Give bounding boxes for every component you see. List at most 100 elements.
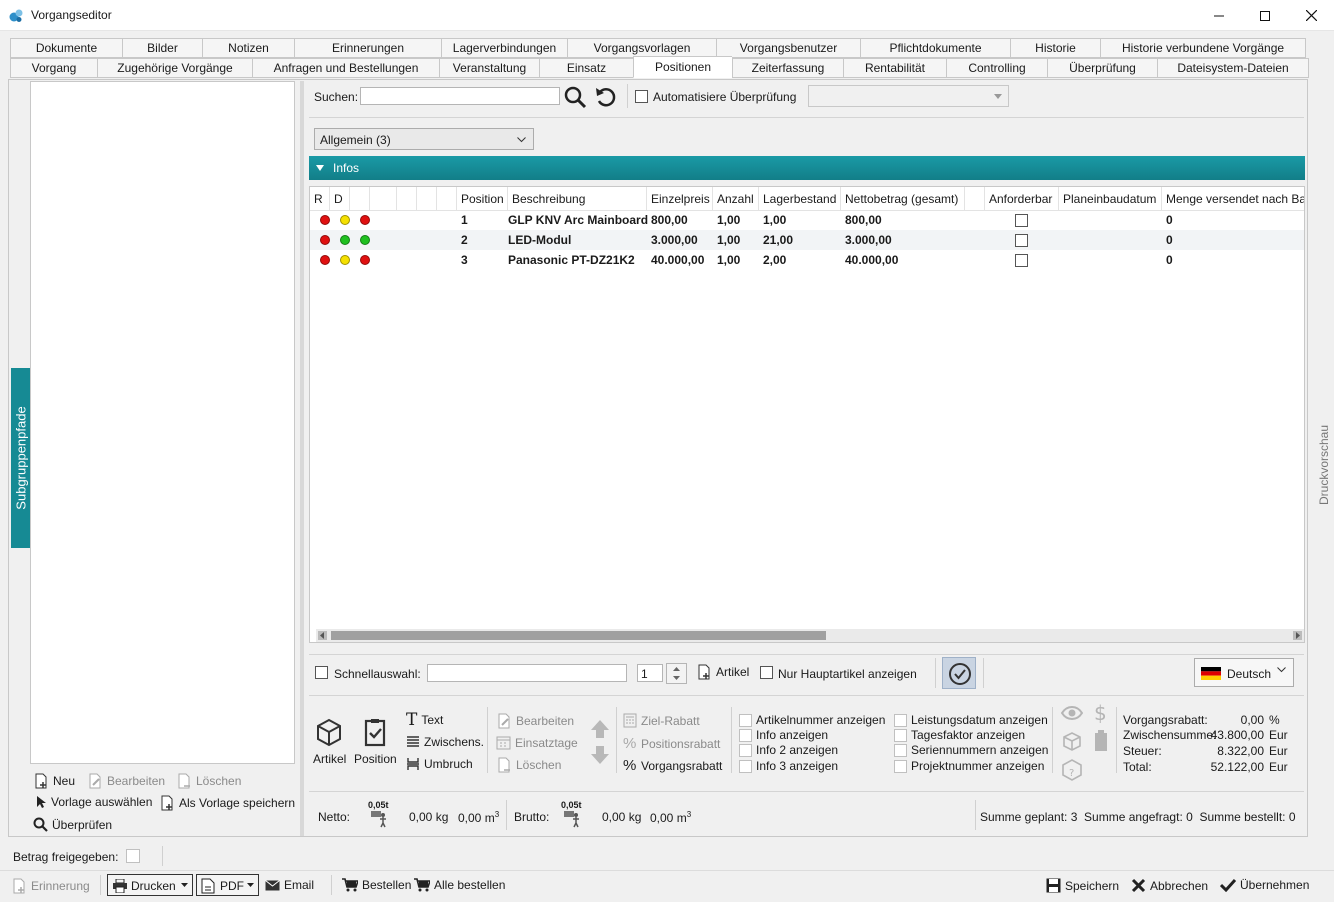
subgroup-list[interactable] [30, 81, 295, 764]
subgroup-paths-toggle[interactable]: Subgruppenpfade [11, 368, 30, 548]
add-article-button[interactable]: Artikel [696, 664, 749, 680]
col-header-einzelpreis[interactable]: Einzelpreis [647, 187, 713, 211]
opt-projektnummer[interactable]: Projektnummer anzeigen [894, 759, 1044, 773]
eye-icon[interactable] [1061, 704, 1083, 722]
position-tool-button[interactable]: Position [354, 717, 397, 766]
pdf-button[interactable]: PDF [196, 874, 259, 896]
artikel-tool-button[interactable]: Artikel [313, 717, 346, 766]
erinnerung-button[interactable]: Erinnerung [11, 878, 90, 894]
anforderbar-checkbox[interactable] [1015, 214, 1028, 227]
tab-bilder[interactable]: Bilder [122, 38, 202, 58]
maximize-button[interactable] [1242, 0, 1288, 31]
main-only-checkbox[interactable] [760, 666, 773, 679]
new-button[interactable]: Neu [33, 773, 75, 789]
tab-lagerverbindungen[interactable]: Lagerverbindungen [441, 38, 567, 58]
table-row[interactable]: 1 GLP KNV Arc Mainboard 800,00 1,00 1,00… [310, 210, 1304, 230]
choose-template-button[interactable]: Vorlage auswählen [35, 795, 152, 809]
tab-positionen[interactable]: Positionen [633, 56, 732, 78]
grid-horizontal-scrollbar[interactable] [316, 629, 1304, 642]
table-row[interactable]: 3 Panasonic PT-DZ21K2 40.000,00 1,00 2,0… [310, 250, 1304, 270]
search-input[interactable] [360, 87, 560, 105]
positions-grid[interactable]: R D Position Beschreibung Einzelpreis An… [309, 186, 1305, 643]
chevron-down-icon[interactable] [673, 676, 680, 680]
quantity-input[interactable]: 1 [637, 664, 663, 682]
opt-tagesfaktor[interactable]: Tagesfaktor anzeigen [894, 728, 1025, 742]
text-tool-button[interactable]: T Text [406, 712, 443, 729]
opt-checkbox[interactable] [739, 713, 752, 727]
opt-checkbox[interactable] [894, 759, 907, 773]
col-header-lagerbestand[interactable]: Lagerbestand [759, 187, 841, 211]
opt-checkbox[interactable] [894, 728, 907, 742]
scroll-left-icon[interactable] [318, 631, 327, 640]
opt-info3[interactable]: Info 3 anzeigen [739, 759, 838, 773]
opt-artikelnummer[interactable]: Artikelnummer anzeigen [739, 713, 885, 727]
tab-historie-verbundene[interactable]: Historie verbundene Vorgänge [1100, 38, 1306, 58]
opt-info[interactable]: Info anzeigen [739, 728, 828, 742]
reset-icon[interactable] [594, 86, 618, 108]
minimize-button[interactable] [1196, 0, 1242, 31]
language-select[interactable]: Deutsch [1194, 658, 1294, 687]
col-header-menge-versendet[interactable]: Menge versendet nach Bau [1162, 187, 1304, 211]
print-preview-toggle[interactable]: Druckvorschau [1314, 400, 1334, 530]
chevron-down-icon[interactable] [247, 883, 254, 887]
col-header-beschreibung[interactable]: Beschreibung [508, 187, 647, 211]
tab-zugehoerige-vorgaenge[interactable]: Zugehörige Vorgänge [97, 58, 252, 78]
cube-icon[interactable] [1062, 731, 1082, 751]
edit-button[interactable]: Bearbeiten [87, 773, 165, 789]
freigabe-checkbox[interactable] [126, 849, 140, 863]
opt-checkbox[interactable] [894, 713, 907, 727]
tab-veranstaltung[interactable]: Veranstaltung [439, 58, 539, 78]
tab-vorgangsvorlagen[interactable]: Vorgangsvorlagen [567, 38, 716, 58]
chevron-down-icon[interactable] [181, 883, 188, 887]
opt-checkbox[interactable] [739, 743, 752, 757]
quick-select-input[interactable] [427, 664, 627, 682]
col-header-blank-6[interactable] [965, 187, 985, 211]
tab-dateisystem-dateien[interactable]: Dateisystem-Dateien [1157, 58, 1309, 78]
opt-checkbox[interactable] [739, 759, 752, 773]
opt-checkbox[interactable] [739, 728, 752, 742]
tab-dokumente[interactable]: Dokumente [10, 38, 122, 58]
tab-pflichtdokumente[interactable]: Pflichtdokumente [860, 38, 1010, 58]
apply-button[interactable]: Übernehmen [1220, 878, 1309, 892]
tab-erinnerungen[interactable]: Erinnerungen [294, 38, 441, 58]
table-row[interactable]: 2 LED-Modul 3.000,00 1,00 21,00 3.000,00… [310, 230, 1304, 250]
check-button[interactable]: Überprüfen [33, 817, 112, 832]
opt-checkbox[interactable] [894, 743, 907, 757]
tab-rentabilitaet[interactable]: Rentabilität [843, 58, 946, 78]
col-header-netto[interactable]: Nettobetrag (gesamt) [841, 187, 965, 211]
delete-button[interactable]: Löschen [176, 773, 241, 789]
confirm-check-button[interactable] [942, 657, 976, 689]
tab-anfragen-bestellungen[interactable]: Anfragen und Bestellungen [252, 58, 439, 78]
vorgangsrabatt-button[interactable]: % Vorgangsrabatt [623, 757, 722, 774]
tab-zeiterfassung[interactable]: Zeiterfassung [732, 58, 843, 78]
col-header-blank-1[interactable] [350, 187, 370, 211]
tab-historie[interactable]: Historie [1010, 38, 1100, 58]
umbruch-tool-button[interactable]: Umbruch [406, 757, 473, 771]
order-button[interactable]: Bestellen [342, 878, 411, 892]
infos-section-header[interactable]: Infos [309, 156, 1305, 180]
tab-vorgangsbenutzer[interactable]: Vorgangsbenutzer [716, 38, 860, 58]
col-header-position[interactable]: Position [457, 187, 508, 211]
scroll-right-icon[interactable] [1293, 631, 1302, 640]
tab-notizen[interactable]: Notizen [202, 38, 294, 58]
cube-question-icon[interactable]: ? [1060, 758, 1084, 782]
col-header-d[interactable]: D [330, 187, 350, 211]
col-header-anzahl[interactable]: Anzahl [713, 187, 759, 211]
group-select[interactable]: Allgemein (3) [314, 128, 534, 150]
search-icon[interactable] [563, 85, 587, 109]
anforderbar-checkbox[interactable] [1015, 234, 1028, 247]
scrollbar-thumb[interactable] [331, 631, 826, 640]
email-button[interactable]: Email [265, 878, 314, 892]
opt-seriennummern[interactable]: Seriennummern anzeigen [894, 743, 1048, 757]
order-all-button[interactable]: Alle bestellen [414, 878, 505, 892]
zwischensumme-tool-button[interactable]: Zwischens. [406, 735, 484, 749]
tab-controlling[interactable]: Controlling [946, 58, 1047, 78]
col-header-anforderbar[interactable]: Anforderbar [985, 187, 1059, 211]
col-header-blank-2[interactable] [370, 187, 397, 211]
col-header-blank-4[interactable] [417, 187, 437, 211]
tab-einsatz[interactable]: Einsatz [539, 58, 633, 78]
einsatztage-button[interactable]: Einsatztage [496, 735, 578, 750]
delete-position-button[interactable]: Löschen [496, 757, 561, 773]
move-up-icon[interactable] [589, 718, 611, 740]
cancel-button[interactable]: Abbrechen [1131, 878, 1208, 893]
